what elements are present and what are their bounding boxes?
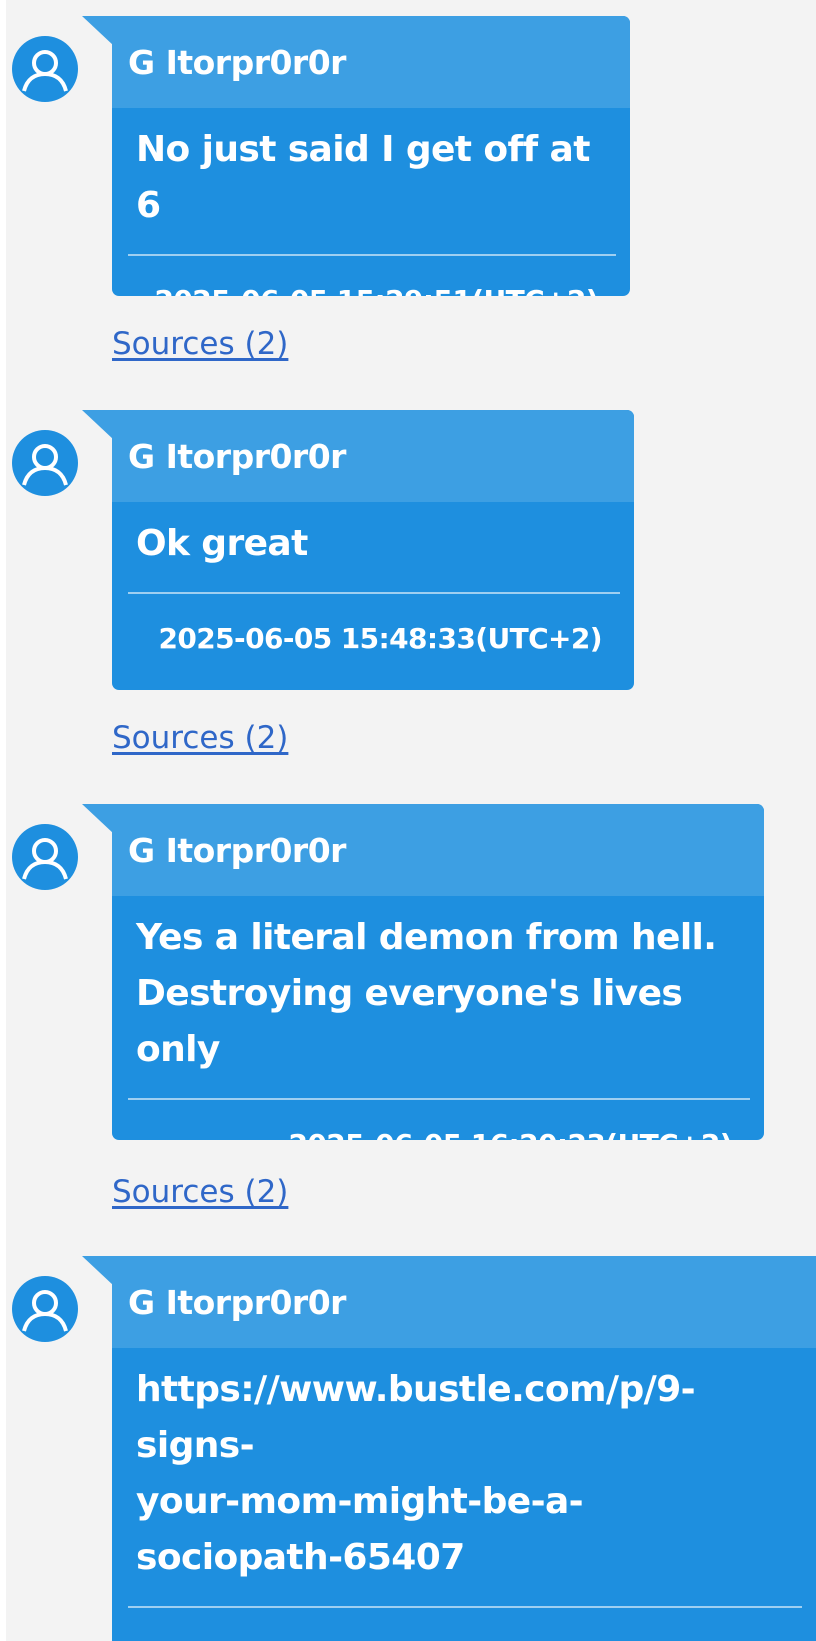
message-timestamp: 2025-06-05 16:20:23(UTC+2) bbox=[112, 1100, 764, 1140]
message-item: G Itorpr0r0r https://www.bustle.com/p/9-… bbox=[0, 1256, 816, 1641]
message-bubble: G Itorpr0r0r https://www.bustle.com/p/9-… bbox=[112, 1256, 816, 1641]
user-avatar-icon-graphic bbox=[12, 430, 78, 496]
message-timestamp: 2025-06-05 15:29:51(UTC+2) bbox=[112, 256, 630, 296]
bubble-tail bbox=[82, 1256, 114, 1286]
user-avatar-icon-graphic bbox=[12, 1276, 78, 1342]
user-avatar-icon[interactable] bbox=[12, 1276, 78, 1342]
sources-link[interactable]: Sources (2) bbox=[112, 326, 288, 362]
message-bubble: G Itorpr0r0r No just said I get off at 6… bbox=[112, 16, 630, 296]
sources-link[interactable]: Sources (2) bbox=[112, 1174, 288, 1210]
sender-name: G Itorpr0r0r bbox=[112, 410, 634, 502]
sender-name: G Itorpr0r0r bbox=[112, 1256, 816, 1348]
message-item: G Itorpr0r0r Yes a literal demon from he… bbox=[0, 804, 816, 1210]
message-item: G Itorpr0r0r Ok great 2025-06-05 15:48:3… bbox=[0, 410, 816, 756]
bubble-tail bbox=[82, 410, 114, 440]
message-timestamp: 2025-06-05 16:44:01(UTC+2) bbox=[112, 1608, 816, 1641]
user-avatar-icon[interactable] bbox=[12, 36, 78, 102]
bubble-tail bbox=[82, 16, 114, 46]
message-item: G Itorpr0r0r No just said I get off at 6… bbox=[0, 16, 816, 362]
sender-name: G Itorpr0r0r bbox=[112, 804, 764, 896]
message-timestamp: 2025-06-05 15:48:33(UTC+2) bbox=[158, 622, 603, 655]
message-text: No just said I get off at 6 bbox=[136, 129, 590, 226]
bubble-tail bbox=[82, 804, 114, 834]
user-avatar-icon-graphic bbox=[12, 824, 78, 890]
user-avatar-icon[interactable] bbox=[12, 430, 78, 496]
message-bubble: G Itorpr0r0r Ok great 2025-06-05 15:48:3… bbox=[112, 410, 634, 690]
sources-link[interactable]: Sources (2) bbox=[112, 720, 288, 756]
message-link-text[interactable]: https://www.bustle.com/p/9-signs- your-m… bbox=[112, 1348, 816, 1586]
message-bubble: G Itorpr0r0r Yes a literal demon from he… bbox=[112, 804, 764, 1140]
sender-name: G Itorpr0r0r bbox=[112, 16, 630, 108]
user-avatar-icon-graphic bbox=[12, 36, 78, 102]
user-avatar-icon[interactable] bbox=[12, 824, 78, 890]
message-text: Yes a literal demon from hell. Destroyin… bbox=[136, 917, 717, 1070]
message-thread: G Itorpr0r0r No just said I get off at 6… bbox=[0, 0, 816, 1641]
message-text: Ok great bbox=[136, 523, 308, 564]
